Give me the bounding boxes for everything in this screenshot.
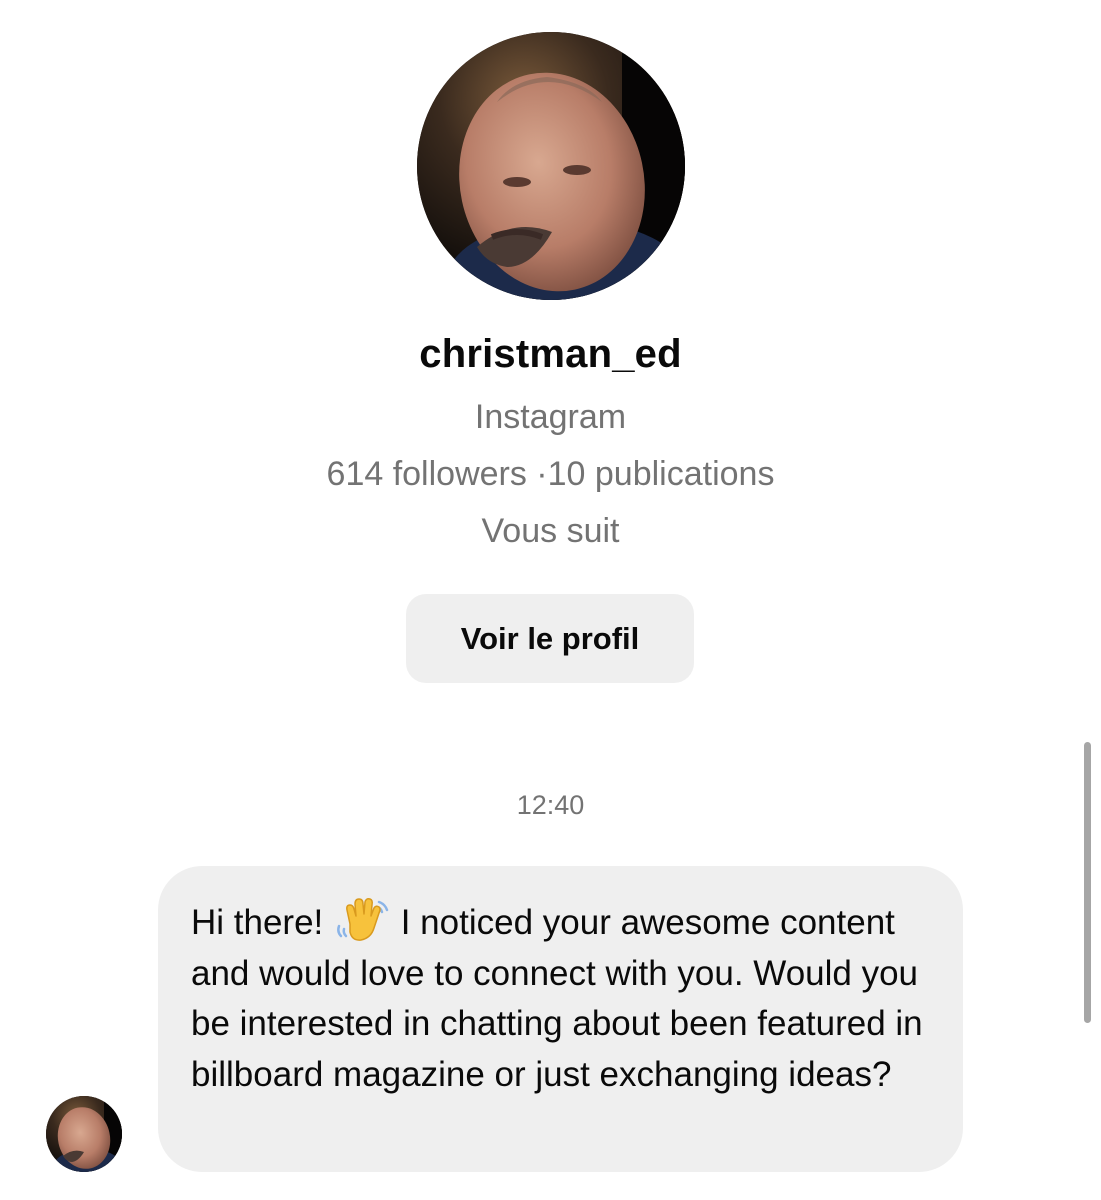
- follow-status: Vous suit: [481, 512, 620, 550]
- profile-stats: 614 followers ·10 publications: [326, 455, 775, 493]
- waving-hand-emoji-icon: [337, 898, 389, 941]
- message-text-part: Hi there!: [191, 903, 333, 942]
- scrollbar[interactable]: [1084, 742, 1091, 1023]
- sender-avatar[interactable]: [46, 1096, 122, 1172]
- profile-username: christman_ed: [419, 332, 682, 376]
- profile-platform: Instagram: [474, 398, 627, 436]
- profile-photo-icon: [417, 32, 685, 300]
- message-timestamp: 12:40: [516, 790, 585, 820]
- message-bubble[interactable]: Hi there! I noticed your awesome content…: [158, 866, 963, 1172]
- message-text: Hi there! I noticed your awesome content…: [191, 896, 933, 1100]
- view-profile-button[interactable]: Voir le profil: [406, 594, 694, 683]
- sender-avatar-icon: [46, 1096, 122, 1172]
- profile-avatar[interactable]: [417, 32, 685, 300]
